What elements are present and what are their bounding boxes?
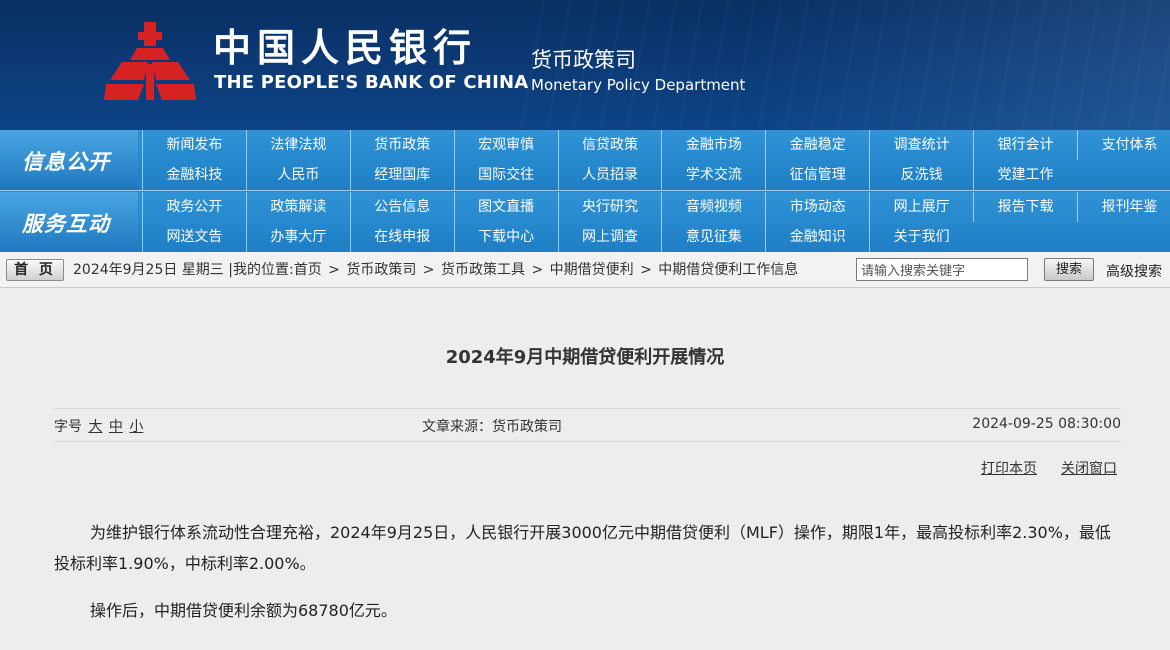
nav-item-monetary-policy[interactable]: 货币政策 [349,130,454,160]
nav-item-credit-policy[interactable]: 信贷政策 [557,130,662,160]
nav-item-international[interactable]: 国际交往 [453,160,558,190]
breadcrumb-separator: > [531,262,544,278]
nav-item-government-affairs[interactable]: 政务公开 [142,192,246,222]
nav-item-statistics[interactable]: 调查统计 [869,130,973,160]
nav-item-financial-knowledge[interactable]: 金融知识 [765,222,869,252]
department-name-cn: 货币政策司 [531,48,636,72]
breadcrumb: 2024年9月25日 星期三 |我的位置:首页 > 货币政策司 > 货币政策工具… [73,261,798,279]
font-size-selector: 字号 大 中 小 [54,416,143,436]
nav-group-info-label: 信息公开 [0,130,138,190]
department-name-en: Monetary Policy Department [531,76,746,94]
breadcrumb-separator: > [422,262,435,278]
nav-item-about-us[interactable]: 关于我们 [869,222,973,252]
nav-group-info: 信息公开 新闻发布 法律法规 货币政策 宏观审慎 信贷政策 金融市场 金融稳定 … [0,130,1170,191]
nav-item-party-building[interactable]: 党建工作 [973,160,1077,190]
font-size-label: 字号 [54,419,82,435]
nav-item-market-news[interactable]: 市场动态 [765,192,869,222]
nav-item-bank-accounting[interactable]: 银行会计 [973,130,1077,160]
bank-name-en: THE PEOPLE'S BANK OF CHINA [214,72,529,93]
search-button[interactable]: 搜索 [1044,258,1094,281]
location-label: 我的位置: [232,262,294,278]
search-input[interactable] [856,258,1028,281]
nav-item-online-exhibition[interactable]: 网上展厅 [869,192,973,222]
breadcrumb-separator: > [328,262,340,278]
article-paragraph: 操作后，中期借贷便利余额为68780亿元。 [90,601,397,620]
nav-group-service-label: 服务互动 [0,192,138,252]
nav-item-laws[interactable]: 法律法规 [245,130,350,160]
nav-group-service: 服务互动 政务公开 政策解读 公告信息 图文直播 央行研究 音频视频 市场动态 … [0,192,1170,252]
nav-group-service-title: 服务互动 [22,212,110,236]
nav-item-news[interactable]: 新闻发布 [142,130,246,160]
font-size-small[interactable]: 小 [129,419,143,435]
main-navigation: 信息公开 新闻发布 法律法规 货币政策 宏观审慎 信贷政策 金融市场 金融稳定 … [0,130,1170,252]
nav-item-macroprudential[interactable]: 宏观审慎 [453,130,558,160]
nav-item-fintech[interactable]: 金融科技 [142,160,246,190]
nav-service-items: 政务公开 政策解读 公告信息 图文直播 央行研究 音频视频 市场动态 网上展厅 … [142,192,1170,252]
breadcrumb-department[interactable]: 货币政策司 [346,262,416,278]
nav-item-download-center[interactable]: 下载中心 [453,222,558,252]
font-size-large[interactable]: 大 [88,419,102,435]
header-banner: 中国人民银行 THE PEOPLE'S BANK OF CHINA 货币政策司 … [0,0,1170,130]
bank-name-cn: 中国人民银行 [213,25,478,70]
nav-item-yearbook[interactable]: 报刊年鉴 [1077,192,1170,222]
nav-item-financial-stability[interactable]: 金融稳定 [765,130,869,160]
breadcrumb-mlf-info[interactable]: 中期借贷便利工作信息 [658,262,798,278]
nav-item-rmb[interactable]: 人民币 [245,160,350,190]
nav-item-report-download[interactable]: 报告下载 [973,192,1077,222]
print-page-link[interactable]: 打印本页 [981,458,1037,478]
breadcrumb-separator: > [640,262,652,278]
nav-item-audio-video[interactable]: 音频视频 [661,192,765,222]
nav-item-live[interactable]: 图文直播 [453,192,558,222]
advanced-search-link[interactable]: 高级搜索 [1106,261,1162,281]
pboc-logo-icon [104,22,196,100]
nav-item-online-filing[interactable]: 在线申报 [349,222,454,252]
breadcrumb-mlf[interactable]: 中期借贷便利 [550,262,634,278]
breadcrumb-policy-tools[interactable]: 货币政策工具 [441,262,525,278]
nav-item-service-hall[interactable]: 办事大厅 [245,222,350,252]
nav-item-financial-market[interactable]: 金融市场 [661,130,765,160]
close-window-link[interactable]: 关闭窗口 [1061,458,1117,478]
article-source: 文章来源：货币政策司 [422,419,562,435]
current-date: 2024年9月25日 [73,262,178,278]
article-meta: 字号 大 中 小 文章来源：货币政策司 2024-09-25 08:30:00 [54,408,1121,442]
nav-item-research[interactable]: 央行研究 [557,192,662,222]
nav-item-policy-interpretation[interactable]: 政策解读 [245,192,350,222]
nav-item-announcements[interactable]: 公告信息 [349,192,454,222]
breadcrumb-home[interactable]: 首页 [294,262,322,278]
font-size-medium[interactable]: 中 [109,419,123,435]
article-content: 2024年9月中期借贷便利开展情况 字号 大 中 小 文章来源：货币政策司 20… [0,289,1170,650]
nav-item-academic[interactable]: 学术交流 [661,160,765,190]
nav-item-anti-money-laundering[interactable]: 反洗钱 [869,160,973,190]
nav-item-recruitment[interactable]: 人员招录 [557,160,662,190]
article-title: 2024年9月中期借贷便利开展情况 [445,347,725,368]
nav-item-feedback[interactable]: 意见征集 [661,222,765,252]
article-datetime: 2024-09-25 08:30:00 [972,416,1121,432]
current-weekday: 星期三 [181,262,224,278]
nav-item-credit-reference[interactable]: 征信管理 [765,160,869,190]
article-paragraph: 为维护银行体系流动性合理充裕，2024年9月25日，人民银行开展3000亿元中期… [54,523,1111,573]
nav-item-payment-system[interactable]: 支付体系 [1077,130,1170,160]
nav-group-info-title: 信息公开 [22,150,110,174]
nav-item-treasury[interactable]: 经理国库 [349,160,454,190]
nav-info-items: 新闻发布 法律法规 货币政策 宏观审慎 信贷政策 金融市场 金融稳定 调查统计 … [142,130,1170,190]
home-button[interactable]: 首 页 [6,259,64,281]
nav-item-online-survey[interactable]: 网上调查 [557,222,662,252]
nav-item-document-delivery[interactable]: 网送文告 [142,222,246,252]
